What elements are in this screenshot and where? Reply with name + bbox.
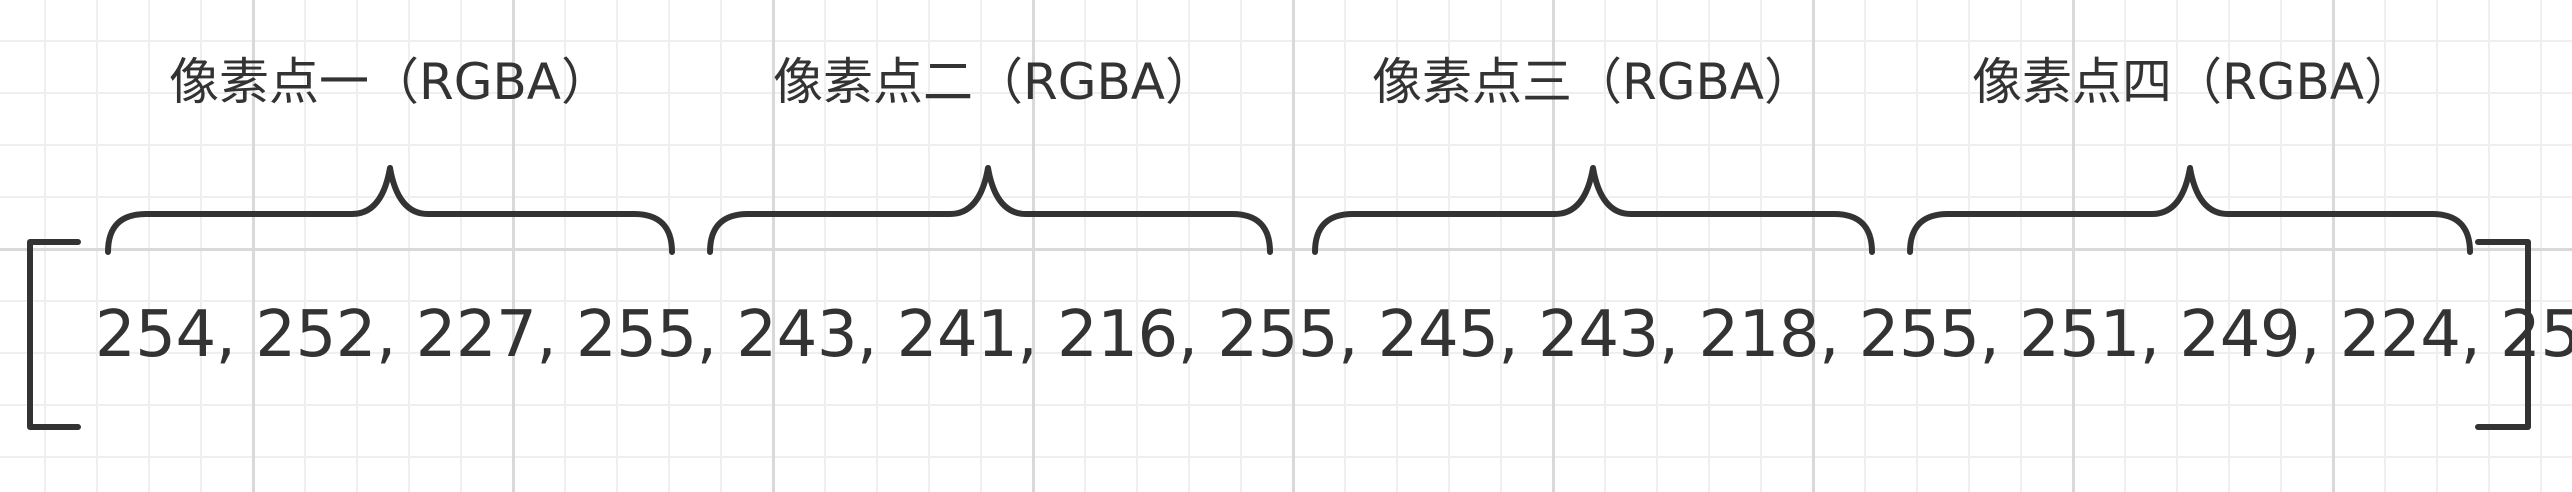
brace-4 [1907,165,2473,255]
brace-layer [27,165,2531,430]
rgba-values: 254, 252, 227, 255, 243, 241, 216, 255, … [95,298,2572,372]
left-bracket [27,239,81,430]
brace-1 [105,165,675,255]
brace-3 [1312,165,1875,255]
brace-2 [707,165,1273,255]
diagram-canvas: 像素点一（RGBA） 像素点二（RGBA） 像素点三（RGBA） 像素点四（RG… [0,0,2572,492]
